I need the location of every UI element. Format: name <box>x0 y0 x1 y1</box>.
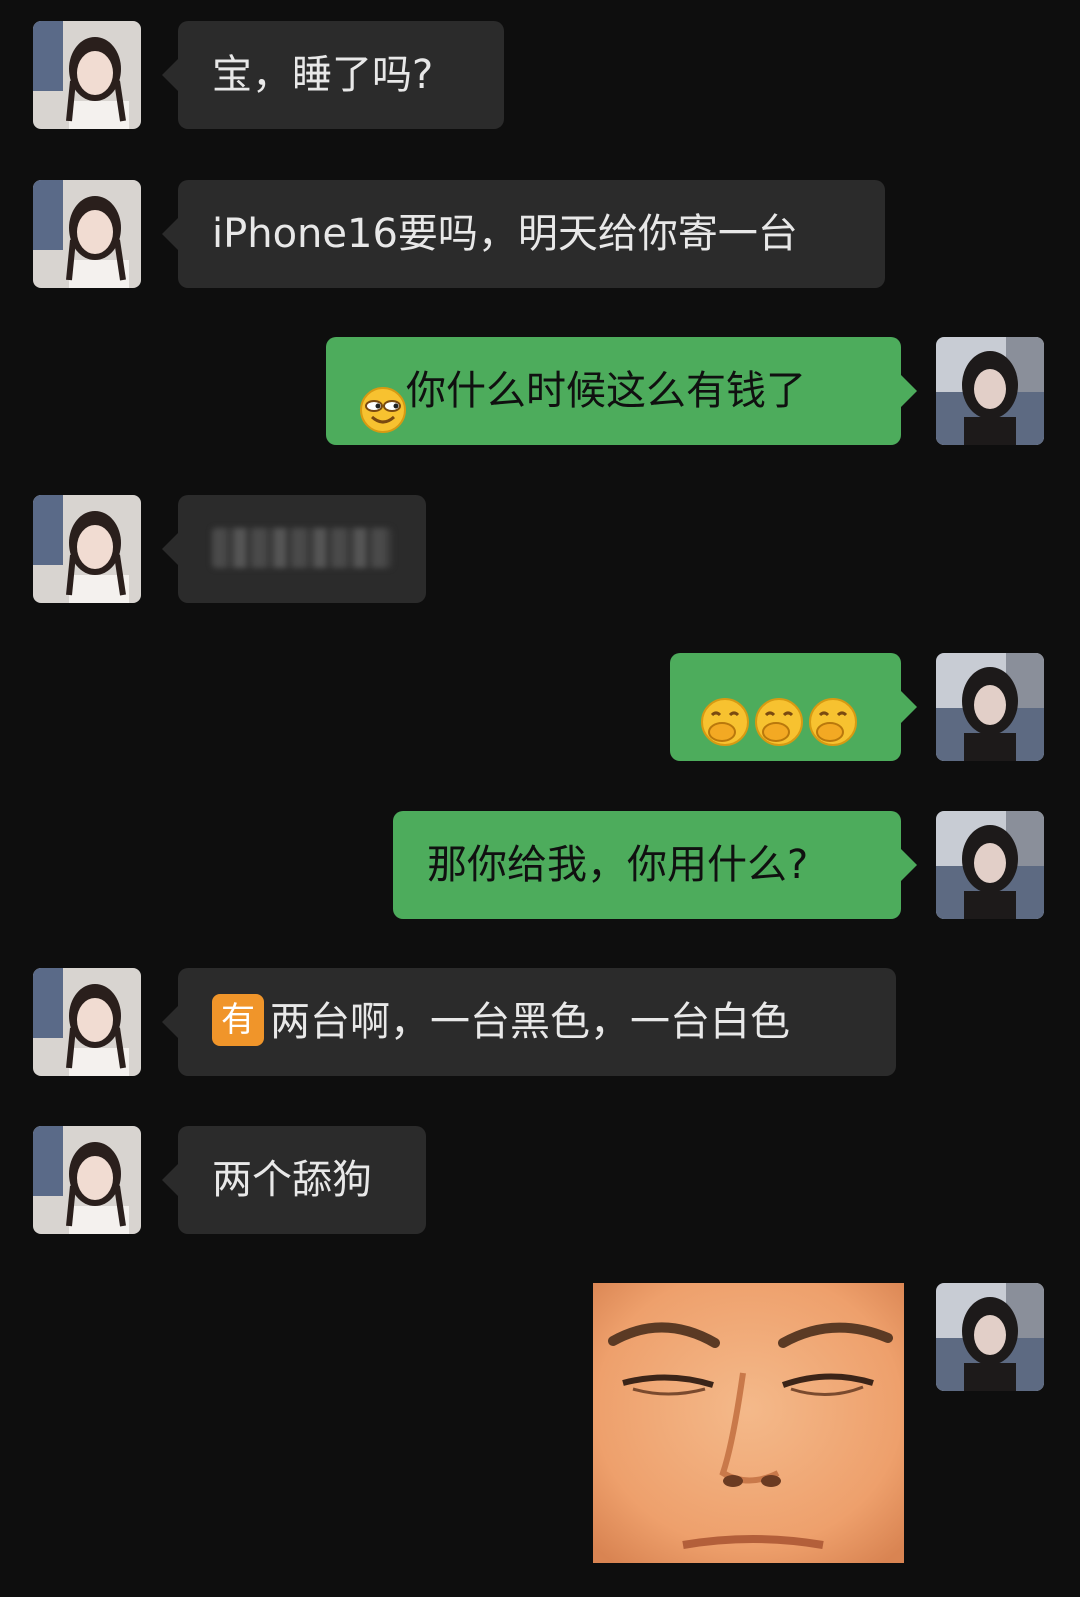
contact-avatar[interactable] <box>33 21 141 129</box>
incoming-message-bubble[interactable]: 有两台啊，一台黑色，一台白色 <box>162 968 896 1076</box>
hand-over-mouth-emoji-icon <box>808 680 858 746</box>
outgoing-message-bubble[interactable]: 你什么时候这么有钱了 <box>326 337 917 445</box>
message-text: 你什么时候这么有钱了 <box>406 368 806 414</box>
contact-avatar[interactable] <box>33 1126 141 1234</box>
incoming-message-bubble[interactable]: iPhone16要吗，明天给你寄一台 <box>162 180 885 288</box>
message-text: 两台啊，一台黑色，一台白色 <box>270 999 790 1045</box>
contact-avatar[interactable] <box>33 968 141 1076</box>
contact-avatar[interactable] <box>33 495 141 603</box>
hand-over-mouth-emoji-icon <box>754 680 804 746</box>
user-avatar[interactable] <box>936 811 1044 919</box>
incoming-message-bubble-blurred[interactable] <box>162 495 426 603</box>
user-avatar[interactable] <box>936 1283 1044 1391</box>
incoming-message-bubble[interactable]: 宝，睡了吗? <box>162 21 504 129</box>
you-badge-icon: 有 <box>212 994 264 1046</box>
face-closeup-sticker[interactable] <box>593 1283 904 1563</box>
outgoing-message-bubble[interactable] <box>670 653 917 761</box>
outgoing-message-bubble[interactable]: 那你给我，你用什么? <box>393 811 917 919</box>
contact-avatar[interactable] <box>33 180 141 288</box>
user-avatar[interactable] <box>936 653 1044 761</box>
user-avatar[interactable] <box>936 337 1044 445</box>
smirk-face-emoji-icon <box>360 366 406 433</box>
blurred-text <box>212 528 392 568</box>
hand-over-mouth-emoji-icon <box>700 680 750 746</box>
incoming-message-bubble[interactable]: 两个舔狗 <box>162 1126 426 1234</box>
